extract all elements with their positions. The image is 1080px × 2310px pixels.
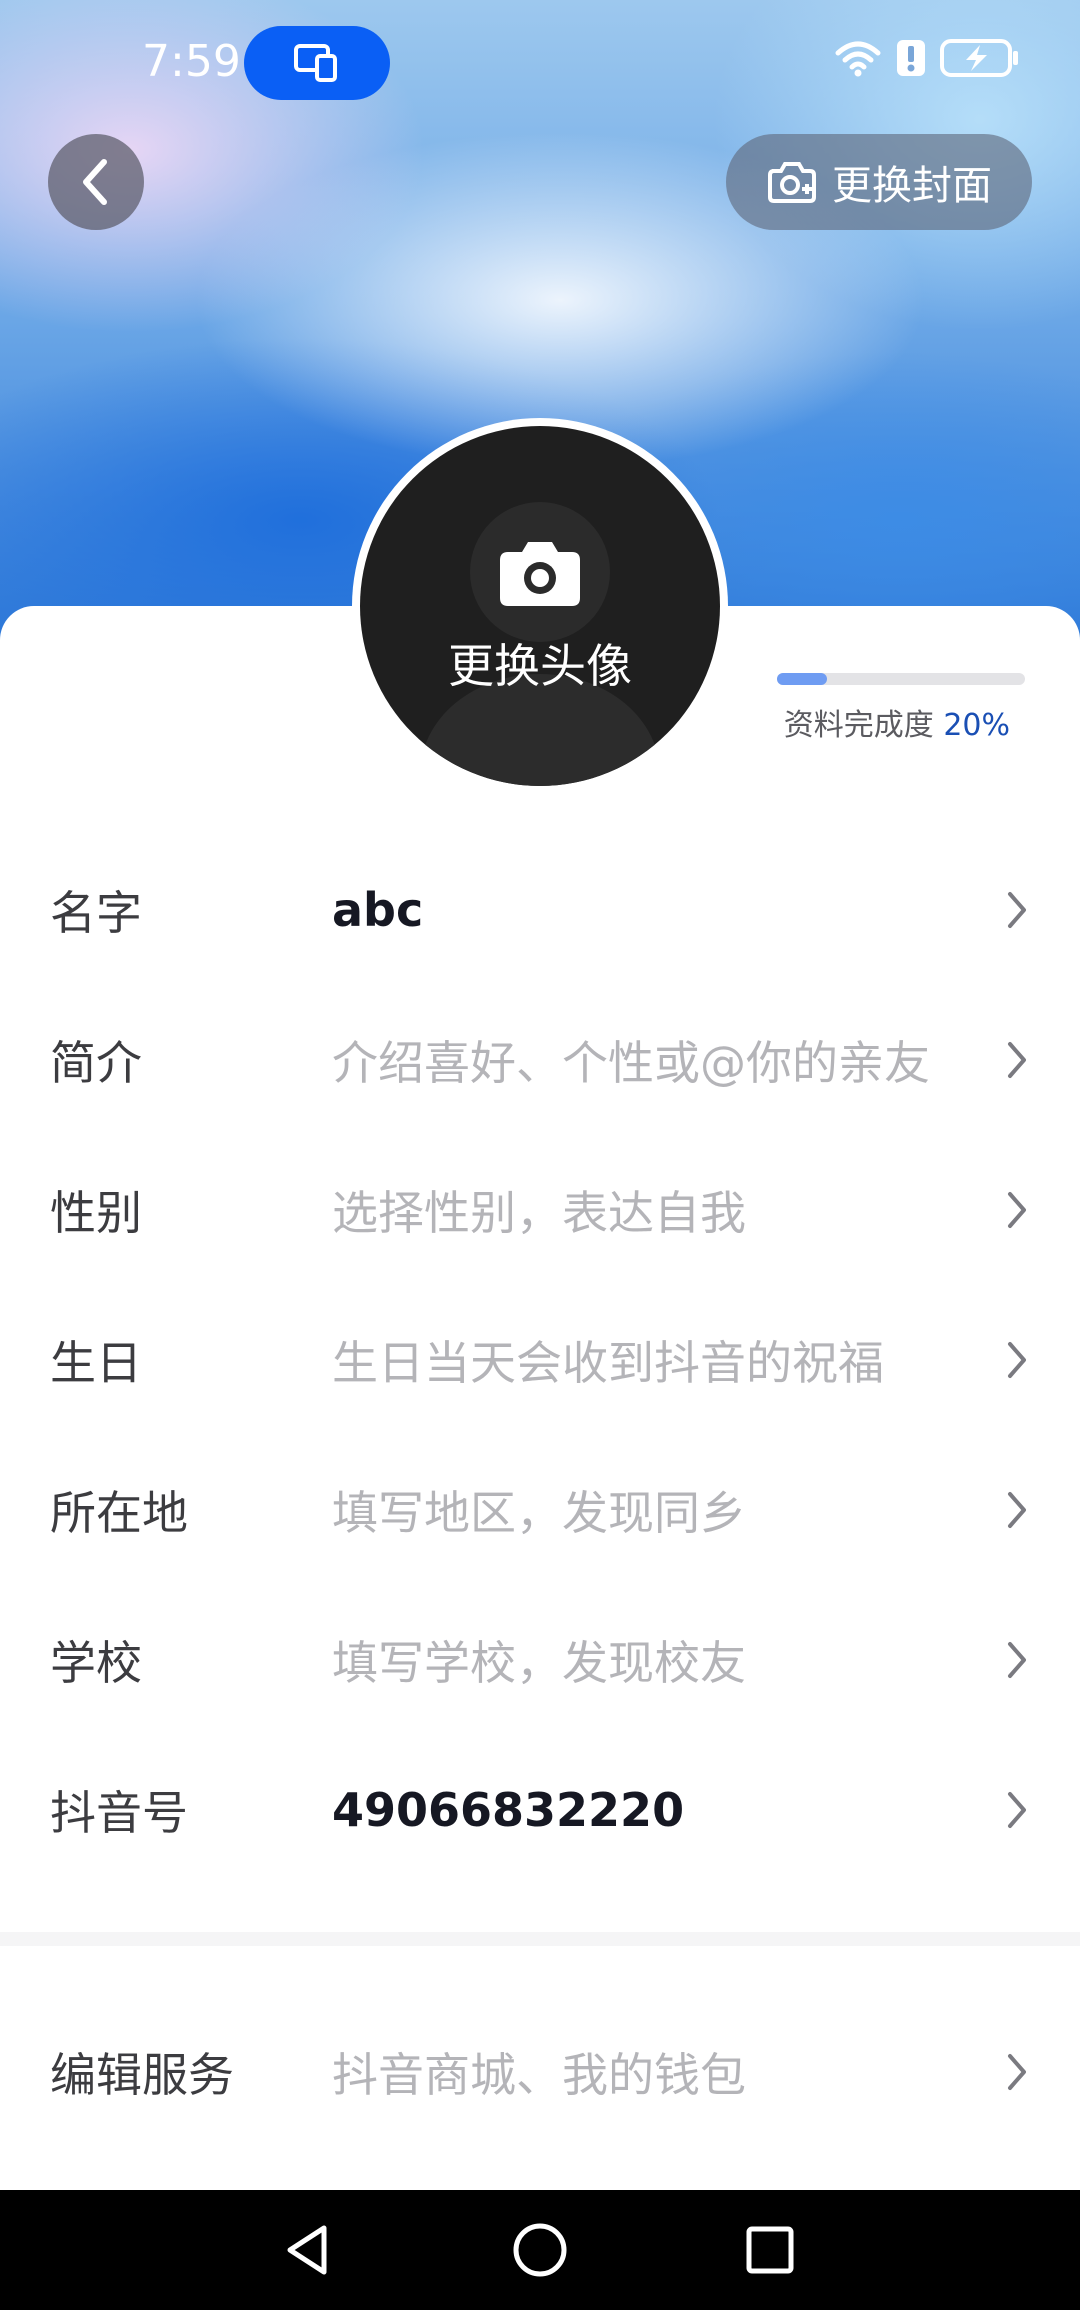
- field-row-bio[interactable]: 简介 介绍喜好、个性或@你的亲友: [0, 985, 1080, 1135]
- field-label: 生日: [50, 1336, 142, 1390]
- profile-completion-bar: [777, 673, 1025, 685]
- field-row-douyin-id[interactable]: 抖音号 49066832220: [0, 1735, 1080, 1885]
- chevron-right-icon: [1008, 1492, 1026, 1528]
- recents-square-icon: [746, 2226, 794, 2274]
- field-value: 49066832220: [332, 1783, 685, 1837]
- home-circle-icon: [513, 2223, 567, 2277]
- field-row-name[interactable]: 名字 abc: [0, 835, 1080, 985]
- field-row-location[interactable]: 所在地 填写地区，发现同乡: [0, 1435, 1080, 1585]
- field-value: 填写地区，发现同乡: [332, 1486, 746, 1540]
- chevron-right-icon: [1008, 1042, 1026, 1078]
- field-label: 性别: [50, 1186, 142, 1240]
- screen-share-icon: [294, 44, 337, 82]
- field-value: 选择性别，表达自我: [332, 1186, 746, 1240]
- chevron-right-icon: [1008, 1792, 1026, 1828]
- field-label: 编辑服务: [50, 2048, 234, 2102]
- chevron-right-icon: [1008, 892, 1026, 928]
- field-label: 简介: [50, 1036, 142, 1090]
- change-cover-label: 更换封面: [832, 163, 992, 209]
- camera-icon: [500, 542, 580, 606]
- avatar[interactable]: 更换头像: [360, 426, 720, 786]
- field-value: 生日当天会收到抖音的祝福: [332, 1336, 884, 1390]
- profile-completion-label: 资料完成度: [783, 708, 934, 743]
- field-label: 抖音号: [50, 1786, 188, 1840]
- field-value: 抖音商城、我的钱包: [332, 2048, 746, 2102]
- status-time: 7:59: [142, 36, 241, 87]
- back-triangle-icon: [287, 2225, 327, 2275]
- chevron-right-icon: [1008, 1642, 1026, 1678]
- change-cover-button[interactable]: 更换封面: [726, 134, 1032, 230]
- change-avatar-label: 更换头像: [448, 639, 632, 693]
- camera-plus-icon: [768, 162, 816, 203]
- nav-back-button[interactable]: [268, 2210, 348, 2290]
- profile-completion-text: 资料完成度 20%: [760, 700, 1010, 744]
- section-divider: [0, 1932, 1080, 1946]
- system-navigation-bar: [0, 2190, 1080, 2310]
- wifi-icon: [835, 41, 881, 77]
- field-label: 学校: [50, 1636, 142, 1690]
- field-label: 所在地: [50, 1486, 188, 1540]
- status-icons: [834, 38, 1020, 78]
- field-value: 填写学校，发现校友: [332, 1636, 746, 1690]
- profile-completion-percent: 20%: [943, 708, 1010, 743]
- field-value: 介绍喜好、个性或@你的亲友: [332, 1036, 930, 1090]
- avatar-camera-badge: [470, 502, 610, 642]
- battery-charging-icon: [940, 39, 1018, 77]
- field-label: 名字: [50, 886, 142, 940]
- field-row-edit-services[interactable]: 编辑服务 抖音商城、我的钱包: [0, 1997, 1080, 2147]
- field-value: abc: [332, 883, 424, 937]
- chevron-right-icon: [1008, 2054, 1026, 2090]
- nav-home-button[interactable]: [500, 2210, 580, 2290]
- field-row-gender[interactable]: 性别 选择性别，表达自我: [0, 1135, 1080, 1285]
- field-row-school[interactable]: 学校 填写学校，发现校友: [0, 1585, 1080, 1735]
- alert-icon: [897, 40, 925, 76]
- field-row-birthday[interactable]: 生日 生日当天会收到抖音的祝福: [0, 1285, 1080, 1435]
- screen-share-indicator[interactable]: [244, 26, 390, 100]
- chevron-right-icon: [1008, 1192, 1026, 1228]
- chevron-left-icon: [83, 159, 107, 205]
- chevron-right-icon: [1008, 1342, 1026, 1378]
- profile-completion-fill: [777, 673, 827, 685]
- back-button[interactable]: [48, 134, 144, 230]
- nav-recents-button[interactable]: [730, 2210, 810, 2290]
- status-bar: 7:59: [0, 0, 1080, 128]
